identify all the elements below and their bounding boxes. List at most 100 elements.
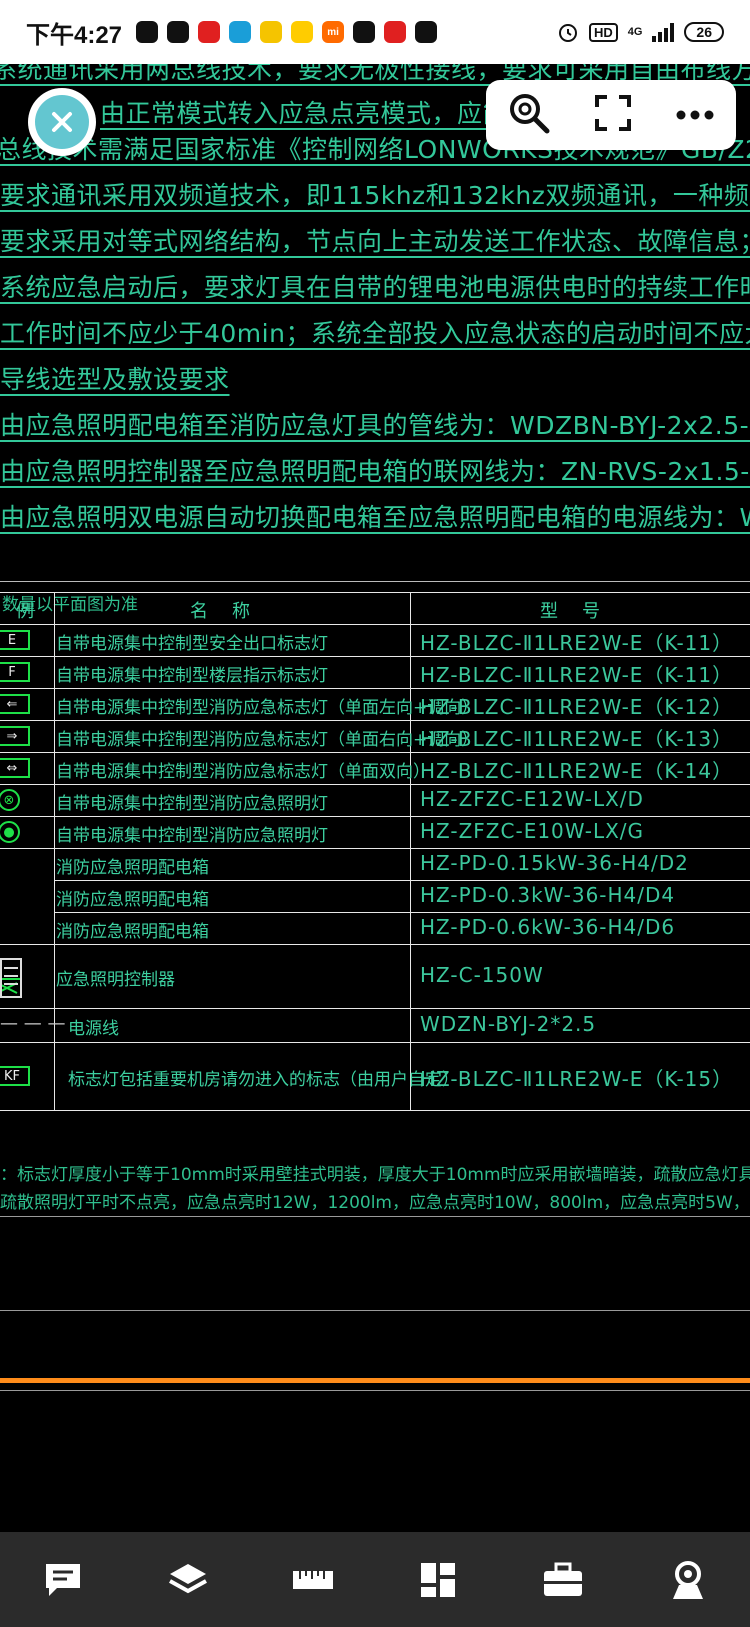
table-grid-line — [0, 784, 750, 785]
table-grid-line — [0, 848, 750, 849]
spec-line: 由应急照明控制器至应急照明配电箱的联网线为：ZN-RVS-2x1.5-MR（SC… — [0, 457, 750, 486]
toolbox-icon — [543, 1562, 582, 1596]
table-grid-line — [0, 720, 750, 721]
legend-row-name: 自带电源集中控制型消防应急照明灯 — [56, 826, 328, 846]
cad-drawing-canvas[interactable]: 系统通讯采用两总线技术，要求无极性接线，要求可采用自由布线方式，以保障应急照明配… — [0, 64, 750, 1532]
legend-row-name: 消防应急照明配电箱 — [56, 922, 209, 942]
legend-row-model: HZ-PD-0.6kW-36-H4/D6 — [420, 915, 676, 939]
measure-button[interactable] — [289, 1556, 337, 1604]
legend-symbol: ⇔ — [0, 758, 30, 778]
drawing-border-line — [0, 1216, 750, 1217]
notes2-app-icon — [167, 21, 190, 43]
layout-button[interactable] — [414, 1556, 462, 1604]
spec-line: 由应急照明配电箱至消防应急灯具的管线为：WDZBN-BYJ-2x2.5-SC15… — [0, 411, 750, 440]
legend-row-name: 自带电源集中控制型消防应急标志灯（单面右向+调向） — [56, 730, 479, 750]
selection-line[interactable] — [0, 1378, 750, 1383]
comment-icon — [45, 1563, 80, 1596]
legend-row-name: 电源线 — [68, 1019, 119, 1039]
legend-row-name: 自带电源集中控制型消防应急标志灯（单面左向+调向） — [56, 698, 479, 718]
spec-line: 系统应急启动后，要求灯具在自带的锂电池电源供电时的持续工作时间不应少于40min — [0, 273, 750, 302]
spec-line: 要求采用对等式网络结构，节点向上主动发送工作状态、故障信息；系统所有节点可同时 — [0, 227, 750, 256]
close-icon — [35, 95, 89, 149]
news-app-icon — [384, 21, 407, 43]
spec-line: 由应急照明双电源自动切换配电箱至应急照明配电箱的电源线为：WDZBN-BYJ-3… — [0, 503, 750, 532]
toolbox-button[interactable] — [539, 1556, 587, 1604]
layers-icon — [168, 1563, 207, 1593]
legend-row-name: 消防应急照明配电箱 — [56, 858, 209, 878]
legend-row-name: 应急照明控制器 — [56, 970, 175, 990]
status-bar: 下午4:27 mi HD 4G 26 — [0, 0, 750, 64]
q2-app-icon — [415, 21, 438, 43]
account-button[interactable] — [664, 1556, 712, 1604]
table-grid-line — [0, 752, 750, 753]
spec-line: 要求通讯采用双频道技术，即115khz和132khz双频通讯，一种频道通讯受到干… — [0, 181, 750, 210]
account-icon — [672, 1560, 703, 1599]
legend-row-name: 自带电源集中控制型安全出口标志灯 — [56, 634, 328, 654]
legend-symbol: KF — [0, 1066, 30, 1086]
legend-row-model: HZ-BLZC-Ⅱ1LRE2W-E（K-14） — [420, 759, 734, 783]
table-grid-line — [0, 592, 750, 593]
legend-row-model: HZ-BLZC-Ⅱ1LRE2W-E（K-15） — [420, 1067, 734, 1091]
footnote: 疏散照明灯平时不点亮，应急点亮时12W，1200lm，应急点亮时10W，800l… — [0, 1193, 750, 1213]
more-button[interactable] — [675, 106, 715, 125]
legend-row-name: 自带电源集中控制型楼层指示标志灯 — [56, 666, 328, 686]
comment-button[interactable] — [39, 1556, 87, 1604]
legend-row-name: 自带电源集中控制型消防应急标志灯（单面双向） — [56, 762, 430, 782]
table-grid-line — [0, 944, 750, 945]
table-rule — [0, 581, 750, 582]
table-grid-line — [410, 592, 411, 1110]
legend-row-model: HZ-BLZC-Ⅱ1LRE2W-E（K-13） — [420, 727, 734, 751]
status-app-icons: mi — [136, 21, 446, 43]
layout-icon — [420, 1562, 455, 1597]
table-grid-line — [0, 688, 750, 689]
status-right: HD 4G 26 — [557, 21, 724, 43]
table-grid-line — [0, 656, 750, 657]
table-grid-line — [0, 624, 750, 625]
table-grid-line — [54, 912, 750, 913]
controller-symbol — [0, 958, 22, 1002]
view-toolbar — [486, 80, 736, 150]
table-grid-line — [0, 816, 750, 817]
legend-row-name: 自带电源集中控制型消防应急照明灯 — [56, 794, 328, 814]
legend-row-name: 消防应急照明配电箱 — [56, 890, 209, 910]
table-grid-line — [0, 1042, 750, 1043]
notes-app-icon — [136, 21, 159, 43]
drawing-border-line — [0, 1390, 750, 1391]
legend-symbol: ⊗ — [0, 789, 20, 811]
hd-badge: HD — [588, 22, 618, 42]
measure-icon — [292, 1570, 333, 1589]
table-grid-line — [0, 1110, 750, 1111]
drawing-border-line — [0, 1310, 750, 1311]
table-grid-line — [0, 1008, 750, 1009]
legend-row-model: HZ-PD-0.3kW-36-H4/D4 — [420, 883, 676, 907]
legend-row-model: HZ-ZFZC-E12W-LX/D — [420, 787, 644, 811]
browser-app-icon — [229, 21, 252, 43]
zoom-icon — [510, 94, 550, 134]
legend-row-model: HZ-ZFZC-E10W-LX/G — [420, 819, 645, 843]
status-time: 下午4:27 — [26, 21, 123, 49]
zoom-button[interactable] — [507, 91, 551, 139]
xianyu-app-icon — [291, 21, 314, 43]
more-icon — [676, 110, 714, 119]
table-grid-line — [54, 880, 750, 881]
legend-row-name: 标志灯包括重要机房请勿进入的标志（由用户自定） — [68, 1070, 459, 1090]
legend-symbol: — — — — [0, 1013, 66, 1034]
legend-row-model: HZ-BLZC-Ⅱ1LRE2W-E（K-11） — [420, 663, 734, 687]
legend-row-model: HZ-PD-0.15kW-36-H4/D2 — [420, 851, 689, 875]
legend-symbol: ⇒ — [0, 726, 30, 746]
legend-header-model: 型 号 — [540, 601, 603, 622]
legend-header-symbol: 例 — [16, 601, 37, 622]
layers-button[interactable] — [164, 1556, 212, 1604]
close-button[interactable] — [28, 88, 96, 156]
battery-indicator: 26 — [684, 22, 724, 42]
bottom-toolbar — [0, 1532, 750, 1627]
legend-row-model: HZ-C-150W — [420, 963, 544, 987]
fullscreen-icon — [595, 95, 631, 131]
legend-row-model: HZ-BLZC-Ⅱ1LRE2W-E（K-12） — [420, 695, 734, 719]
spec-line: 工作时间不应少于40min；系统全部投入应急状态的启动时间不应大于5s；应急照明… — [0, 319, 750, 348]
fullscreen-button[interactable] — [593, 93, 633, 137]
legend-symbol: E — [0, 630, 30, 650]
legend-header-name: 名 称 — [190, 601, 253, 622]
legend-symbol: F — [0, 662, 30, 682]
legend-row-model: HZ-BLZC-Ⅱ1LRE2W-E（K-11） — [420, 631, 734, 655]
